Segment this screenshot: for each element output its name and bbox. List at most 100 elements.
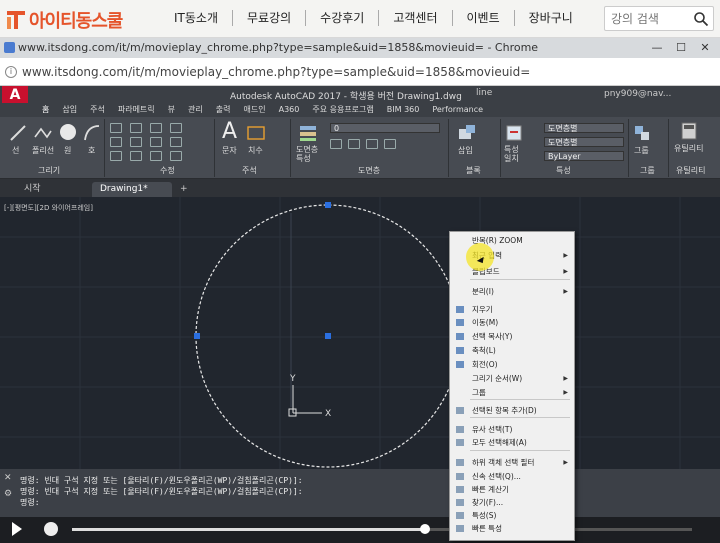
trim-tool-icon[interactable] (150, 123, 162, 133)
viewport-controls[interactable]: [-][평면도][2D 와이어프레임] (4, 203, 93, 213)
tab-manage[interactable]: 관리 (188, 103, 203, 117)
context-menu-item[interactable]: 빠른 계산기 (450, 483, 574, 496)
new-tab-button[interactable]: + (172, 182, 196, 197)
context-menu-item[interactable]: 축척(L) (450, 344, 574, 357)
array-tool-icon[interactable] (150, 151, 162, 161)
command-line[interactable]: ✕ ⚙ 명령: 빈대 구석 지정 또는 [울타리(F)/윈도우폴리곤(WP)/걸… (0, 469, 720, 517)
context-menu-item[interactable]: 회전(O) (450, 358, 574, 371)
arc-tool-icon[interactable] (82, 123, 102, 143)
stretch-tool-icon[interactable] (110, 151, 122, 161)
color-dropdown[interactable]: 도면층별 (544, 123, 624, 133)
context-menu-item[interactable]: 분리(I) ▶ (450, 285, 574, 298)
panel-block-label[interactable]: 블록 (466, 165, 481, 176)
panel-groups-label[interactable]: 그룹 (640, 165, 655, 176)
tab-a360[interactable]: A360 (279, 103, 300, 117)
context-menu-item[interactable]: 특성(S) (450, 509, 574, 522)
drawing-viewport[interactable]: Y X [-][평면도][2D 와이어프레임] (0, 197, 720, 469)
tab-start[interactable]: 시작 (16, 182, 49, 197)
close-icon[interactable]: ✕ (4, 473, 12, 483)
nav-item-reviews[interactable]: 수강후기 (306, 10, 380, 26)
play-icon[interactable] (12, 522, 22, 536)
context-menu-item[interactable]: 신속 선택(Q)... (450, 470, 574, 483)
progress-knob[interactable] (420, 524, 431, 534)
line-tool-icon[interactable] (8, 123, 28, 143)
explode-tool-icon[interactable] (170, 137, 182, 147)
context-menu-item[interactable]: 선택 복사(Y) (450, 330, 574, 343)
polyline-tool-icon[interactable] (33, 123, 53, 143)
panel-draw-label[interactable]: 그리기 (38, 165, 60, 176)
site-logo[interactable]: 아이티동스쿨 (6, 7, 123, 33)
tab-drawing1[interactable]: Drawing1* (92, 182, 172, 197)
mirror-tool-icon[interactable] (130, 137, 142, 147)
dimension-tool-icon[interactable] (246, 123, 266, 143)
context-menu-item[interactable]: 클립보드 ▶ (450, 265, 574, 278)
panel-layers-label[interactable]: 도면층 (358, 165, 380, 176)
nav-item-about[interactable]: IT동소개 (160, 10, 233, 26)
tab-featured-apps[interactable]: 주요 응용프로그램 (312, 103, 373, 117)
context-menu-item[interactable]: 선택된 항목 추가(D) (450, 404, 574, 417)
panel-modify-label[interactable]: 수정 (160, 165, 175, 176)
nav-item-support[interactable]: 고객센터 (379, 10, 453, 26)
page-info-icon[interactable]: i (5, 66, 17, 78)
tab-addins[interactable]: 애드인 (244, 103, 266, 117)
panel-annotation-label[interactable]: 주석 (242, 165, 257, 176)
context-menu-item[interactable]: 지우기 (450, 303, 574, 316)
context-menu-item[interactable]: 그룹 ▶ (450, 386, 574, 399)
search-icon[interactable] (693, 11, 709, 27)
search-input[interactable] (611, 11, 695, 27)
copy-tool-icon[interactable] (110, 137, 122, 147)
tab-parametric[interactable]: 파라메트릭 (118, 103, 155, 117)
minimize-button[interactable]: — (646, 40, 668, 56)
group-icon[interactable] (632, 123, 652, 143)
panel-properties-label[interactable]: 특성 (556, 165, 571, 176)
context-menu-item[interactable]: 모두 선택해제(A) (450, 436, 574, 449)
maximize-button[interactable]: ☐ (670, 40, 692, 56)
nav-item-events[interactable]: 이벤트 (453, 10, 515, 26)
context-menu-item[interactable]: 반복(R) ZOOM (450, 234, 574, 247)
match-properties-icon[interactable] (504, 123, 524, 143)
layer-properties-icon[interactable] (298, 123, 318, 143)
autocad-search-field[interactable]: line (476, 88, 492, 98)
nav-item-free-lectures[interactable]: 무료강의 (233, 10, 307, 26)
command-prompt[interactable]: 명령: (20, 497, 40, 508)
context-menu-item[interactable]: 유사 선택(T) (450, 423, 574, 436)
tab-performance[interactable]: Performance (432, 103, 483, 117)
context-menu-item[interactable]: 하위 객체 선택 필터 ▶ (450, 456, 574, 469)
rotate-tool-icon[interactable] (130, 123, 142, 133)
lineweight-dropdown[interactable]: ByLayer (544, 151, 624, 161)
panel-utilities-label[interactable]: 유틸리티 (676, 165, 705, 176)
scale-tool-icon[interactable] (130, 151, 142, 161)
progress-bar[interactable] (72, 524, 692, 534)
calculator-icon[interactable] (680, 121, 698, 141)
address-bar[interactable]: i www.itsdong.com/it/m/movieplay_chrome.… (0, 58, 720, 86)
offset-tool-icon[interactable] (170, 151, 182, 161)
drawing-canvas[interactable]: Y X (0, 197, 720, 469)
wrench-icon[interactable]: ⚙ (4, 489, 12, 499)
tab-view[interactable]: 뷰 (168, 103, 175, 117)
insert-block-icon[interactable] (456, 123, 478, 143)
layer-tool-icon[interactable] (348, 139, 360, 149)
grip-center[interactable] (325, 333, 331, 339)
tab-output[interactable]: 출력 (216, 103, 231, 117)
layer-tool-icon[interactable] (330, 139, 342, 149)
address-url[interactable]: www.itsdong.com/it/m/movieplay_chrome.ph… (22, 65, 530, 79)
context-menu-item[interactable]: 빠른 특성 (450, 522, 574, 535)
text-tool-icon[interactable]: A (222, 119, 237, 144)
erase-tool-icon[interactable] (170, 123, 182, 133)
fillet-tool-icon[interactable] (150, 137, 162, 147)
nav-item-cart[interactable]: 장바구니 (515, 10, 587, 26)
close-window-button[interactable]: ✕ (694, 40, 716, 56)
autocad-user[interactable]: pny909@nav... (604, 89, 671, 99)
context-menu-item[interactable]: 그리기 순서(W) ▶ (450, 372, 574, 385)
grip-left[interactable] (194, 333, 200, 339)
tab-annotate[interactable]: 주석 (90, 103, 105, 117)
tab-home[interactable]: 홈 (42, 103, 49, 117)
grip-top[interactable] (325, 202, 331, 208)
tab-insert[interactable]: 삽입 (62, 103, 77, 117)
layer-dropdown[interactable]: 0 (330, 123, 440, 133)
move-tool-icon[interactable] (110, 123, 122, 133)
volume-icon[interactable] (44, 522, 58, 536)
context-menu-item[interactable]: 찾기(F)... (450, 496, 574, 509)
layer-tool-icon[interactable] (366, 139, 378, 149)
context-menu-item[interactable]: 이동(M) (450, 316, 574, 329)
